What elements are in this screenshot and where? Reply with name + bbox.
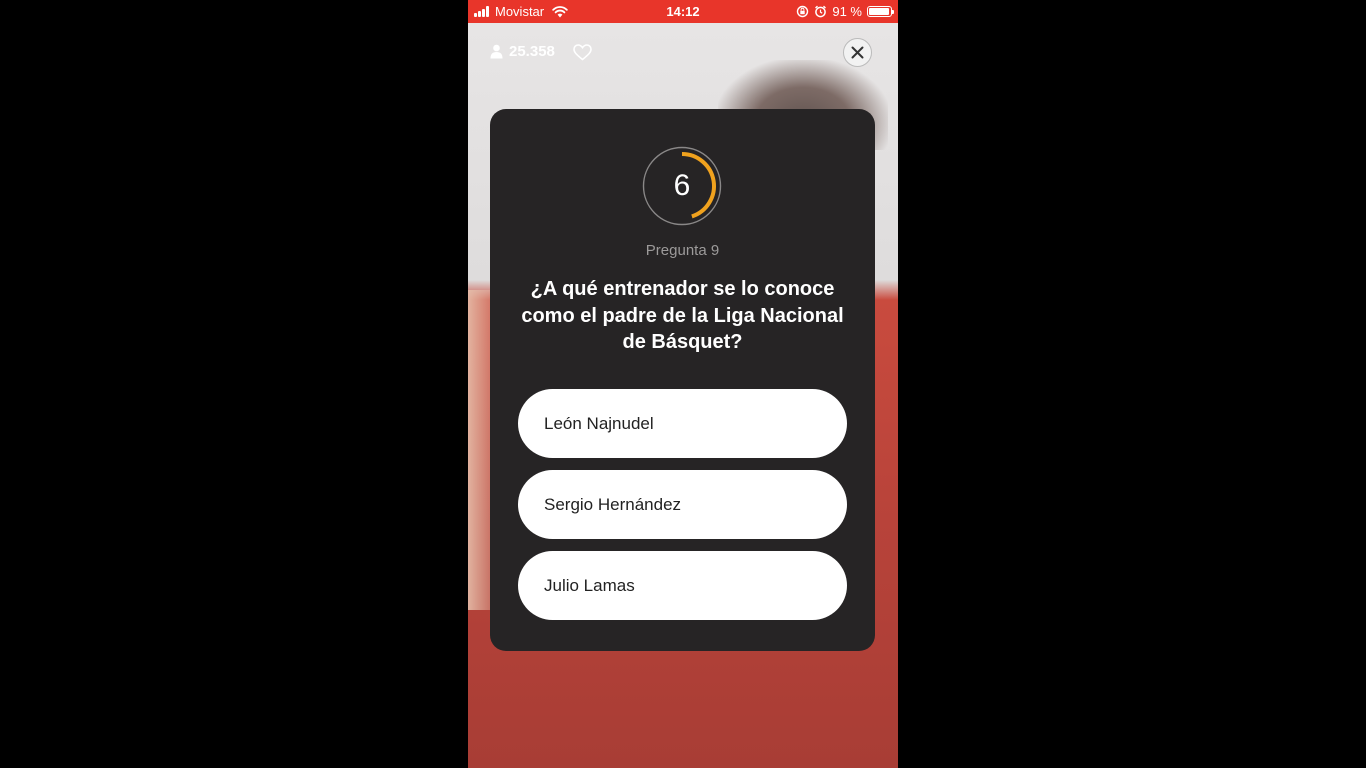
close-button[interactable] [843,38,872,67]
viewer-count: 25.358 [490,43,555,60]
battery-icon [867,6,894,17]
answer-option-1[interactable]: León Najnudel [518,389,847,458]
rotation-lock-icon [797,5,809,18]
status-bar: Movistar 14:12 91 % [468,0,898,23]
answer-option-2[interactable]: Sergio Hernández [518,470,847,539]
battery-percentage: 91 % [832,4,862,19]
person-icon [490,44,503,59]
alarm-icon [815,5,827,18]
phone-screen: Movistar 14:12 91 % 25.358 6 Pregunta 9 … [468,0,898,768]
heart-icon[interactable] [573,44,592,61]
status-bar-right: 91 % [796,4,894,19]
question-text: ¿A qué entrenador se lo conoce como el p… [521,278,844,353]
timer-value: 6 [673,169,691,202]
answer-option-3[interactable]: Julio Lamas [518,551,847,620]
close-icon [851,46,864,59]
question-number: Pregunta 9 [645,242,720,259]
question-card: 6 Pregunta 9 ¿A qué entrenador se lo con… [490,109,875,651]
viewer-count-value: 25.358 [509,43,555,60]
answer-list: León Najnudel Sergio Hernández Julio Lam… [518,389,847,632]
